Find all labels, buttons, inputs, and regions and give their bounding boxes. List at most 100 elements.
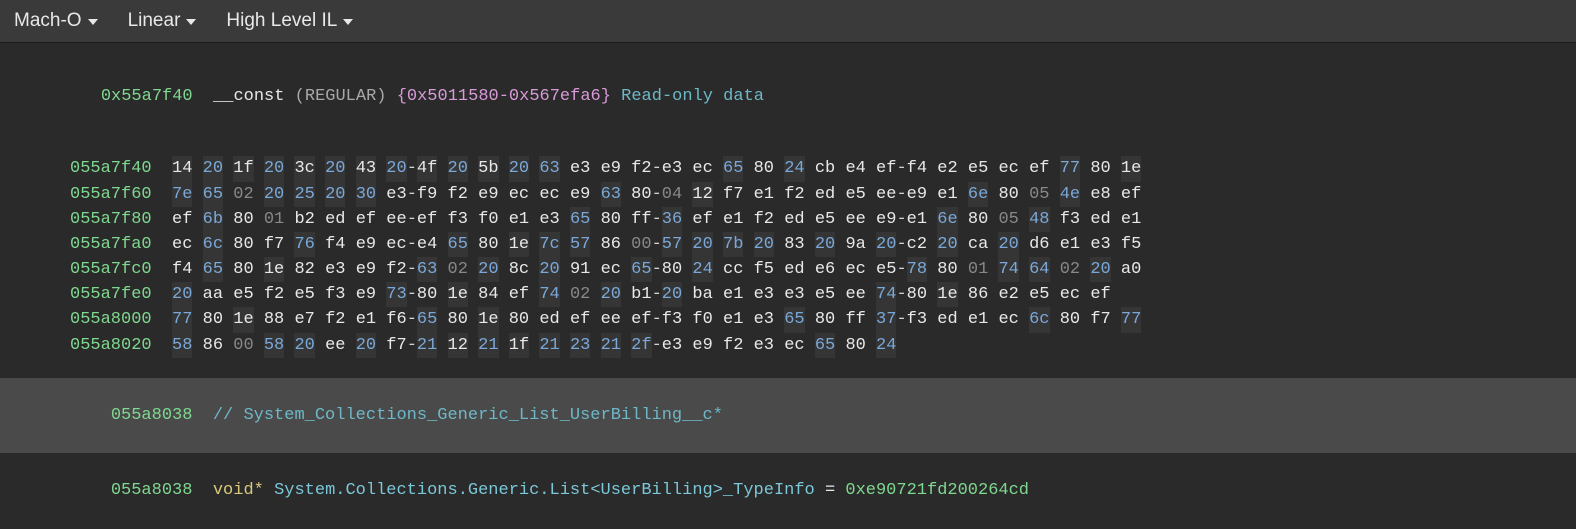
hex-byte[interactable]: e1 — [1060, 232, 1080, 257]
hex-byte[interactable]: ee — [876, 182, 896, 207]
hex-byte[interactable]: ee — [386, 207, 406, 232]
hex-byte[interactable]: ed — [937, 307, 957, 332]
hex-byte[interactable]: 65 — [417, 307, 437, 332]
hex-byte[interactable]: 01 — [264, 207, 284, 232]
hex-byte[interactable]: e9 — [570, 182, 590, 207]
hex-byte[interactable]: e9 — [356, 282, 376, 307]
hex-byte[interactable]: 57 — [662, 232, 682, 257]
hex-byte[interactable]: 24 — [692, 257, 712, 282]
hex-byte[interactable]: 30 — [356, 182, 376, 207]
hex-byte[interactable]: 20 — [692, 232, 712, 257]
hex-byte[interactable]: 20 — [539, 257, 559, 282]
hex-byte[interactable]: ec — [509, 182, 529, 207]
hex-byte[interactable]: 1e — [264, 257, 284, 282]
hex-byte[interactable]: e1 — [356, 307, 376, 332]
hex-byte[interactable]: e9 — [692, 333, 712, 358]
hex-byte[interactable]: 02 — [570, 282, 590, 307]
hex-byte[interactable]: f7 — [1090, 307, 1110, 332]
hex-byte[interactable]: 12 — [448, 333, 468, 358]
hex-byte[interactable]: 80 — [417, 282, 437, 307]
hex-byte[interactable]: e9 — [478, 182, 498, 207]
hex-byte[interactable]: f2 — [723, 333, 743, 358]
hex-byte[interactable]: 82 — [294, 257, 314, 282]
hex-byte[interactable]: 80 — [509, 307, 529, 332]
hex-byte[interactable]: f2 — [448, 182, 468, 207]
hex-byte[interactable]: f2 — [325, 307, 345, 332]
hex-byte[interactable]: 6c — [203, 232, 223, 257]
hex-byte[interactable]: 21 — [417, 333, 437, 358]
hex-byte[interactable]: ca — [968, 232, 988, 257]
hex-byte[interactable]: 65 — [815, 333, 835, 358]
hex-byte[interactable]: cc — [723, 257, 743, 282]
hex-byte[interactable]: f4 — [325, 232, 345, 257]
hex-byte[interactable]: ef — [417, 207, 437, 232]
hex-byte[interactable]: 25 — [294, 182, 314, 207]
hex-byte[interactable]: cb — [815, 156, 835, 181]
hex-byte[interactable]: 65 — [723, 156, 743, 181]
hex-byte[interactable]: 7b — [723, 232, 743, 257]
hex-byte[interactable]: e3 — [662, 333, 682, 358]
hex-byte[interactable]: 6b — [203, 207, 223, 232]
hex-byte[interactable]: 20 — [815, 232, 835, 257]
hex-byte[interactable]: 80 — [907, 282, 927, 307]
hex-byte[interactable]: e3 — [570, 156, 590, 181]
hex-byte[interactable]: 2f — [631, 333, 651, 358]
hex-byte[interactable]: 58 — [264, 333, 284, 358]
hex-byte[interactable]: 20 — [264, 182, 284, 207]
hex-row[interactable]: 055a7fe0 20 aa e5 f2 e5 f3 e9 73-80 1e 8… — [0, 282, 1576, 307]
hex-byte[interactable]: 04 — [662, 182, 682, 207]
hex-byte[interactable]: ef — [172, 207, 192, 232]
hex-byte[interactable]: 65 — [631, 257, 651, 282]
hex-byte[interactable]: ef — [876, 156, 896, 181]
hex-byte[interactable]: ed — [325, 207, 345, 232]
hex-byte[interactable]: 1f — [233, 156, 253, 181]
hex-byte[interactable]: e9 — [876, 207, 896, 232]
hex-byte[interactable]: 20 — [203, 156, 223, 181]
hex-byte[interactable]: 20 — [294, 333, 314, 358]
hex-byte[interactable]: ef — [1121, 182, 1141, 207]
hex-byte[interactable]: e1 — [723, 207, 743, 232]
hex-dump[interactable]: 055a7f40 14 20 1f 20 3c 20 43 20-4f 20 5… — [0, 156, 1576, 357]
hex-byte[interactable]: ec — [845, 257, 865, 282]
hex-byte[interactable]: e5 — [968, 156, 988, 181]
hex-byte[interactable]: b2 — [294, 207, 314, 232]
hex-byte[interactable]: f3 — [907, 307, 927, 332]
hex-byte[interactable]: f7 — [264, 232, 284, 257]
hex-byte[interactable]: ba — [692, 282, 712, 307]
hex-byte[interactable]: 80 — [203, 307, 223, 332]
hex-byte[interactable]: 20 — [325, 156, 345, 181]
hex-byte[interactable]: 74 — [876, 282, 896, 307]
hex-byte[interactable]: e6 — [815, 257, 835, 282]
hex-byte[interactable]: 20 — [662, 282, 682, 307]
hex-byte[interactable]: 80 — [478, 232, 498, 257]
hex-byte[interactable]: ef — [570, 307, 590, 332]
hex-byte[interactable]: e3 — [754, 307, 774, 332]
hex-byte[interactable]: 63 — [601, 182, 621, 207]
hex-byte[interactable]: ec — [998, 307, 1018, 332]
hex-row[interactable]: 055a7fc0 f4 65 80 1e 82 e3 e9 f2-63 02 2… — [0, 257, 1576, 282]
hex-byte[interactable]: f5 — [754, 257, 774, 282]
hex-byte[interactable]: f0 — [692, 307, 712, 332]
hex-byte[interactable]: 80 — [937, 257, 957, 282]
hex-byte[interactable]: 63 — [417, 257, 437, 282]
hex-byte[interactable]: e5 — [294, 282, 314, 307]
hex-byte[interactable]: f4 — [907, 156, 927, 181]
hex-row[interactable]: 055a7f60 7e 65 02 20 25 20 30 e3-f9 f2 e… — [0, 182, 1576, 207]
hex-byte[interactable]: e5 — [815, 282, 835, 307]
hex-byte[interactable]: 20 — [448, 156, 468, 181]
hex-byte[interactable]: ed — [1090, 207, 1110, 232]
hex-byte[interactable]: 02 — [1060, 257, 1080, 282]
hex-byte[interactable]: ee — [845, 282, 865, 307]
hex-byte[interactable]: e9 — [356, 257, 376, 282]
hex-byte[interactable]: ef — [692, 207, 712, 232]
hex-byte[interactable]: 80 — [968, 207, 988, 232]
hex-byte[interactable]: ec — [1060, 282, 1080, 307]
hex-byte[interactable]: 02 — [233, 182, 253, 207]
hex-byte[interactable]: 9a — [845, 232, 865, 257]
hex-byte[interactable]: 80 — [662, 257, 682, 282]
hex-byte[interactable]: ec — [784, 333, 804, 358]
hex-byte[interactable]: 23 — [570, 333, 590, 358]
hex-byte[interactable]: e1 — [968, 307, 988, 332]
hex-byte[interactable]: 14 — [172, 156, 192, 181]
hex-byte[interactable]: f3 — [662, 307, 682, 332]
